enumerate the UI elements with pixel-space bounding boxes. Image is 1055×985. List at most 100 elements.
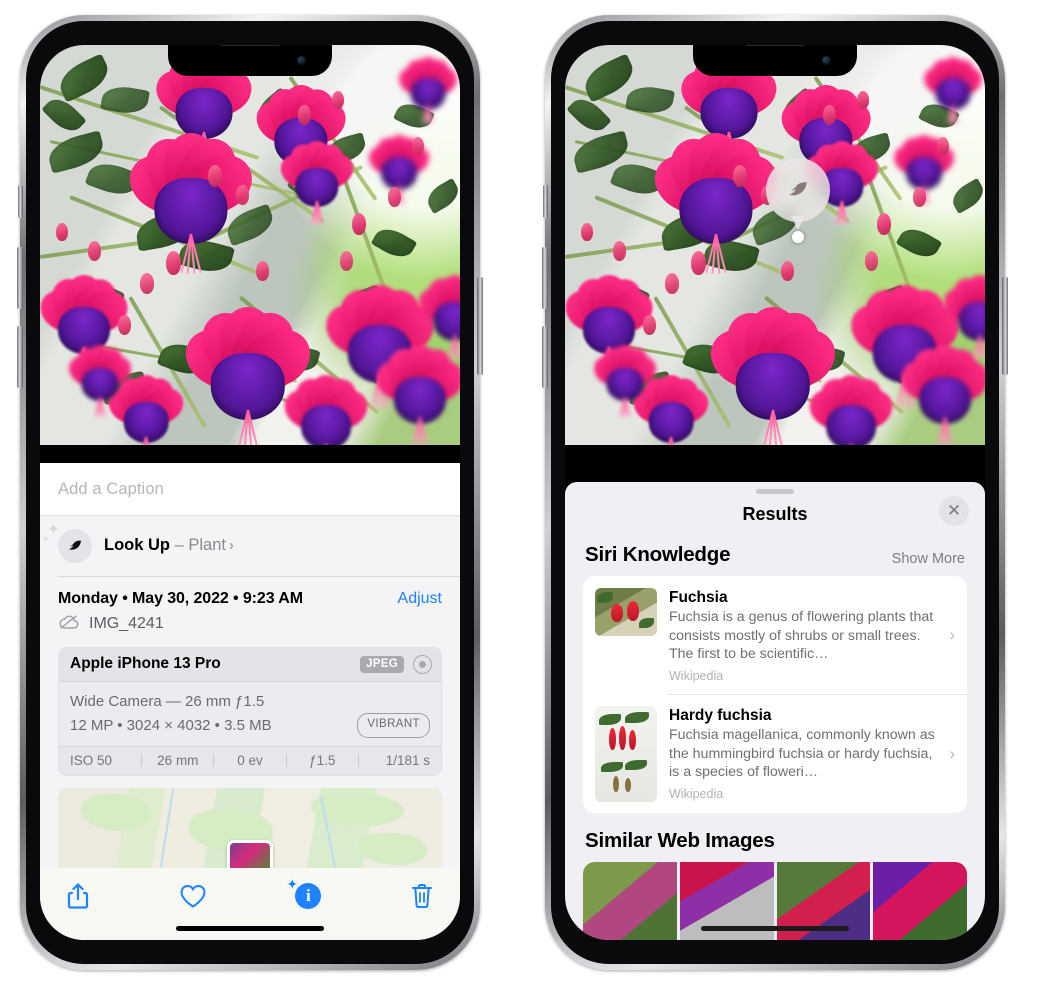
look-up-title: Look Up (104, 536, 170, 555)
mute-switch[interactable] (18, 185, 23, 218)
photo-info-panel: Add a Caption ✦ ✦ Look Up – Plant › Mond… (40, 462, 460, 940)
metadata-header-right: JPEG (360, 654, 432, 674)
notch (693, 45, 857, 76)
visual-lookup-anchor-dot (792, 231, 804, 243)
location-map[interactable] (58, 788, 442, 868)
chevron-right-icon: › (228, 537, 234, 555)
power-button[interactable] (1002, 277, 1008, 375)
cloud-slash-icon (58, 614, 80, 635)
siri-knowledge-header: Siri Knowledge Show More (565, 539, 985, 576)
chevron-right-icon: › (949, 744, 955, 763)
metadata-body: Wide Camera — 26 mm ƒ1.5 12 MP • 3024 × … (59, 681, 441, 746)
photo-toolbar: ✦ i (40, 868, 460, 916)
similar-web-images-header: Similar Web Images (565, 813, 985, 862)
lens-line-row: Wide Camera — 26 mm ƒ1.5 (70, 690, 430, 713)
results-sheet: Results ✕ Siri Knowledge Show More Fuchs… (565, 481, 985, 940)
date-row: Monday • May 30, 2022 • 9:23 AM Adjust (40, 577, 460, 610)
device-name: Apple iPhone 13 Pro (70, 655, 221, 673)
right-phone: Results ✕ Siri Knowledge Show More Fuchs… (542, 15, 1008, 970)
knowledge-description: Fuchsia magellanica, commonly known as t… (669, 727, 935, 781)
adjust-button[interactable]: Adjust (398, 590, 442, 608)
knowledge-thumbnail (595, 587, 657, 636)
knowledge-source: Wikipedia (669, 787, 724, 802)
look-up-label: Look Up – Plant › (104, 536, 234, 555)
left-phone: Add a Caption ✦ ✦ Look Up – Plant › Mond… (17, 15, 483, 970)
delete-button[interactable] (410, 882, 434, 910)
home-indicator[interactable] (176, 926, 324, 931)
exif-focal: 26 mm (157, 753, 199, 768)
exif-iso: ISO 50 (70, 753, 113, 768)
exif-shutter: 1/181 s (385, 753, 431, 768)
sheet-header: Results ✕ (565, 494, 985, 539)
leaf-icon (789, 182, 807, 196)
screenshot-stage: Add a Caption ✦ ✦ Look Up – Plant › Mond… (0, 0, 1055, 985)
exif-aperture: ƒ1.5 (309, 753, 336, 768)
knowledge-title: Fuchsia (669, 588, 728, 606)
look-up-row[interactable]: ✦ ✦ Look Up – Plant › (40, 516, 460, 577)
photo-view[interactable] (40, 45, 460, 445)
knowledge-title: Hardy fuchsia (669, 707, 772, 724)
caption-input[interactable]: Add a Caption (40, 462, 460, 516)
knowledge-source: Wikipedia (669, 669, 724, 683)
volume-up-button[interactable] (17, 247, 23, 309)
chevron-right-icon: › (949, 625, 955, 645)
knowledge-thumbnail (595, 706, 657, 802)
look-up-subject: Plant (188, 536, 226, 555)
sparkle-icon: ✦ (286, 876, 299, 892)
photo-view[interactable] (565, 45, 985, 445)
style-badge: VIBRANT (357, 713, 430, 738)
exif-row: ISO 50 26 mm 0 ev ƒ1.5 1/181 s (59, 746, 441, 775)
lens-line: Wide Camera — 26 mm ƒ1.5 (70, 692, 265, 710)
notch (168, 45, 332, 76)
visual-lookup-badge[interactable] (766, 158, 830, 230)
metadata-header: Apple iPhone 13 Pro JPEG (59, 647, 441, 682)
show-more-button[interactable]: Show More (892, 551, 965, 567)
info-button[interactable]: ✦ i (286, 877, 322, 909)
format-badge: JPEG (360, 655, 404, 673)
badge-tail (791, 216, 805, 230)
file-row: IMG_4241 (40, 610, 460, 647)
left-screen: Add a Caption ✦ ✦ Look Up – Plant › Mond… (40, 45, 460, 940)
look-up-icon-wrap: ✦ ✦ (42, 522, 92, 563)
earpiece-speaker (219, 45, 281, 46)
close-icon[interactable]: ✕ (939, 495, 969, 526)
camera-aperture-icon (413, 654, 432, 674)
earpiece-speaker (744, 45, 806, 46)
photo-date: Monday • May 30, 2022 • 9:23 AM (58, 589, 303, 607)
knowledge-text: Fuchsia Fuchsia is a genus of flowering … (669, 588, 935, 683)
web-image-thumbnail[interactable] (873, 862, 967, 940)
info-sparkle-icon: i (295, 883, 322, 909)
knowledge-text: Hardy fuchsia Fuchsia magellanica, commo… (669, 706, 935, 801)
knowledge-description: Fuchsia is a genus of flowering plants t… (669, 608, 934, 663)
sheet-title: Results (742, 503, 808, 524)
front-camera-icon (297, 56, 306, 65)
file-name: IMG_4241 (89, 615, 164, 633)
look-up-dash: – (170, 536, 189, 555)
section-title-similar-web-images: Similar Web Images (585, 829, 775, 852)
exif-ev: 0 ev (237, 753, 263, 768)
front-camera-icon (822, 56, 831, 65)
leaf-icon (58, 528, 92, 563)
favorite-button[interactable] (179, 883, 207, 909)
volume-up-button[interactable] (542, 247, 548, 309)
power-button[interactable] (477, 277, 483, 375)
volume-down-button[interactable] (17, 326, 23, 388)
knowledge-item[interactable]: Hardy fuchsia Fuchsia magellanica, commo… (583, 694, 967, 813)
volume-down-button[interactable] (542, 326, 548, 388)
right-screen: Results ✕ Siri Knowledge Show More Fuchs… (565, 45, 985, 940)
photo-foliage (565, 45, 985, 445)
size-line-row: 12 MP • 3024 × 4032 • 3.5 MB VIBRANT (70, 713, 430, 738)
size-line: 12 MP • 3024 × 4032 • 3.5 MB (70, 716, 272, 734)
home-indicator[interactable] (701, 926, 849, 931)
map-photo-pin[interactable] (227, 840, 273, 868)
siri-knowledge-card: Fuchsia Fuchsia is a genus of flowering … (583, 575, 967, 813)
home-indicator-area (40, 916, 460, 940)
metadata-card: Apple iPhone 13 Pro JPEG Wide Camera — 2… (58, 646, 442, 776)
sparkle-small-icon: ✦ (42, 533, 50, 544)
share-button[interactable] (66, 882, 90, 910)
mute-switch[interactable] (543, 185, 548, 218)
section-title-siri-knowledge: Siri Knowledge (585, 542, 731, 566)
web-image-thumbnail[interactable] (583, 862, 677, 940)
photo-foliage (40, 45, 460, 445)
knowledge-item[interactable]: Fuchsia Fuchsia is a genus of flowering … (583, 576, 967, 694)
